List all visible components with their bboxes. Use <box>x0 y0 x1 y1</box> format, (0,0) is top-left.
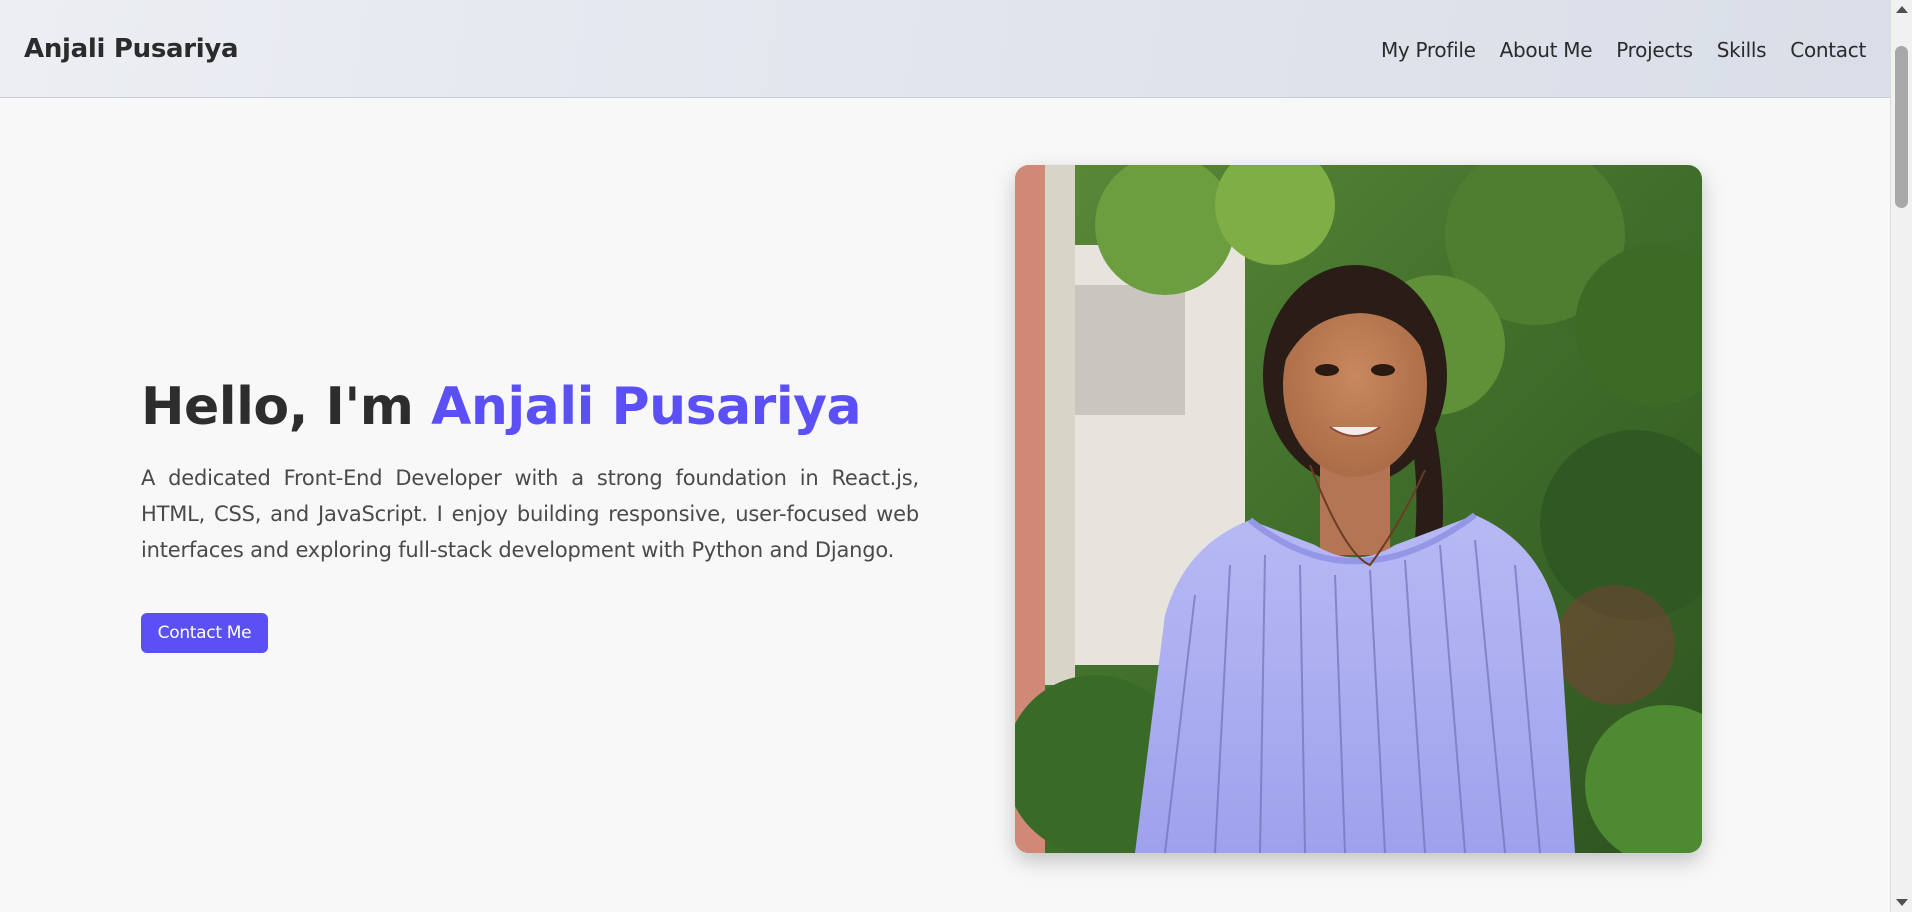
vertical-scrollbar[interactable] <box>1890 0 1912 912</box>
browser-viewport: Anjali Pusariya My Profile About Me Proj… <box>0 0 1912 912</box>
nav-link-projects[interactable]: Projects <box>1616 36 1693 64</box>
scroll-up-arrow-icon[interactable] <box>1896 6 1908 13</box>
brand-logo-text[interactable]: Anjali Pusariya <box>24 33 239 65</box>
scroll-down-arrow-icon[interactable] <box>1896 899 1908 906</box>
hero-section: Hello, I'm Anjali Pusariya A dedicated F… <box>141 372 919 568</box>
hero-description: A dedicated Front-End Developer with a s… <box>141 466 919 562</box>
hero-greeting: Hello, I'm <box>141 377 414 437</box>
nav-link-contact[interactable]: Contact <box>1790 36 1866 64</box>
profile-photo <box>1015 165 1702 853</box>
nav-link-skills[interactable]: Skills <box>1717 36 1767 64</box>
navbar: Anjali Pusariya My Profile About Me Proj… <box>0 0 1890 98</box>
contact-me-button[interactable]: Contact Me <box>141 613 268 653</box>
profile-photo-illustration <box>1015 165 1702 853</box>
nav-menu: My Profile About Me Projects Skills Cont… <box>1381 36 1866 64</box>
nav-link-about-me[interactable]: About Me <box>1500 36 1593 64</box>
hero-title: Hello, I'm Anjali Pusariya <box>141 372 919 442</box>
hero-name: Anjali Pusariya <box>431 377 862 437</box>
portfolio-page: Anjali Pusariya My Profile About Me Proj… <box>0 0 1890 912</box>
nav-link-my-profile[interactable]: My Profile <box>1381 36 1476 64</box>
scrollbar-thumb[interactable] <box>1895 46 1908 208</box>
